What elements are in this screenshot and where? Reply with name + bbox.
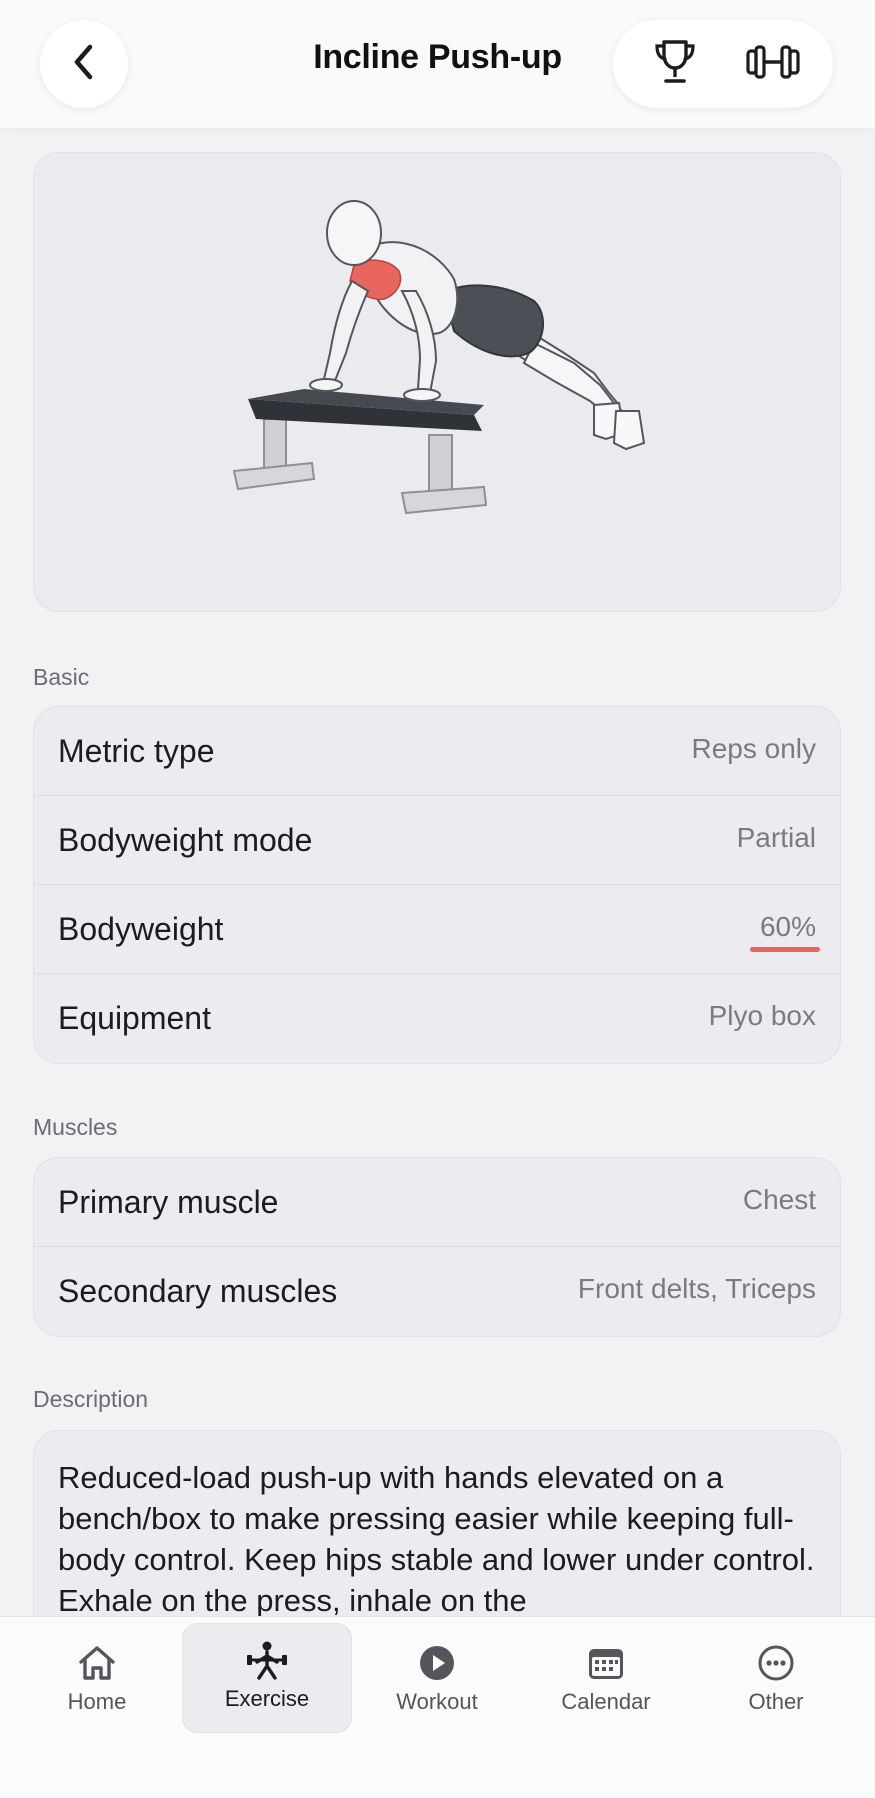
records-button[interactable] xyxy=(625,20,725,108)
row-bodyweight[interactable]: Bodyweight 60% xyxy=(34,885,840,974)
tab-label: Workout xyxy=(396,1689,478,1714)
bench xyxy=(232,389,488,515)
exercise-icon xyxy=(245,1640,289,1680)
section-label-basic: Basic xyxy=(33,664,90,690)
exercise-illustration-card xyxy=(33,152,841,612)
tab-workout[interactable]: Workout xyxy=(352,1627,522,1735)
home-icon xyxy=(75,1643,119,1683)
tab-home[interactable]: Home xyxy=(12,1627,182,1735)
play-icon xyxy=(415,1643,459,1683)
tab-exercise[interactable]: Exercise xyxy=(182,1623,352,1733)
tab-label: Exercise xyxy=(224,1686,310,1711)
row-label: Bodyweight xyxy=(58,911,224,947)
row-label: Bodyweight mode xyxy=(58,822,313,858)
row-primary-muscle[interactable]: Primary muscle Chest xyxy=(34,1158,840,1247)
row-bodyweight-mode[interactable]: Bodyweight mode Partial xyxy=(34,796,840,885)
row-label: Equipment xyxy=(58,1000,211,1036)
row-secondary-muscles[interactable]: Secondary muscles Front delts, Triceps xyxy=(34,1247,840,1336)
basic-card: Metric type Reps only Bodyweight mode Pa… xyxy=(33,706,841,1064)
row-value: Reps only xyxy=(691,733,816,764)
row-label: Metric type xyxy=(58,733,215,769)
muscles-card: Primary muscle Chest Secondary muscles F… xyxy=(33,1157,841,1337)
row-label: Primary muscle xyxy=(58,1184,279,1220)
more-icon xyxy=(754,1643,798,1683)
trophy-icon xyxy=(652,37,698,92)
description-text: Reduced-load push-up with hands elevated… xyxy=(58,1460,815,1618)
exercise-detail-screen: Incline Push-up Basic Metric type Reps o… xyxy=(0,0,875,1798)
row-value: Chest xyxy=(742,1184,816,1215)
tab-label: Calendar xyxy=(561,1689,651,1714)
row-equipment[interactable]: Equipment Plyo box xyxy=(34,974,840,1063)
dumbbell-icon xyxy=(745,42,801,87)
calendar-icon xyxy=(584,1643,628,1683)
row-value: Partial xyxy=(736,822,816,853)
section-label-description: Description xyxy=(33,1386,149,1412)
tab-label: Other xyxy=(748,1689,804,1714)
bottom-tab-bar: Home Exercise Workout Calendar Other xyxy=(0,1616,875,1798)
equipment-button[interactable] xyxy=(723,20,823,108)
row-value: 60% xyxy=(759,911,816,942)
tab-label: Home xyxy=(67,1689,127,1714)
row-value: Front delts, Triceps xyxy=(577,1273,816,1304)
tab-calendar[interactable]: Calendar xyxy=(521,1627,691,1735)
tab-other[interactable]: Other xyxy=(691,1627,861,1735)
top-bar: Incline Push-up xyxy=(0,0,875,128)
section-label-muscles: Muscles xyxy=(33,1114,118,1140)
row-label: Secondary muscles xyxy=(58,1273,338,1309)
push-up-illustration xyxy=(232,200,646,515)
row-value: Plyo box xyxy=(708,1000,816,1031)
value-underline xyxy=(750,947,820,952)
header-actions xyxy=(613,20,833,108)
row-metric-type[interactable]: Metric type Reps only xyxy=(34,707,840,796)
